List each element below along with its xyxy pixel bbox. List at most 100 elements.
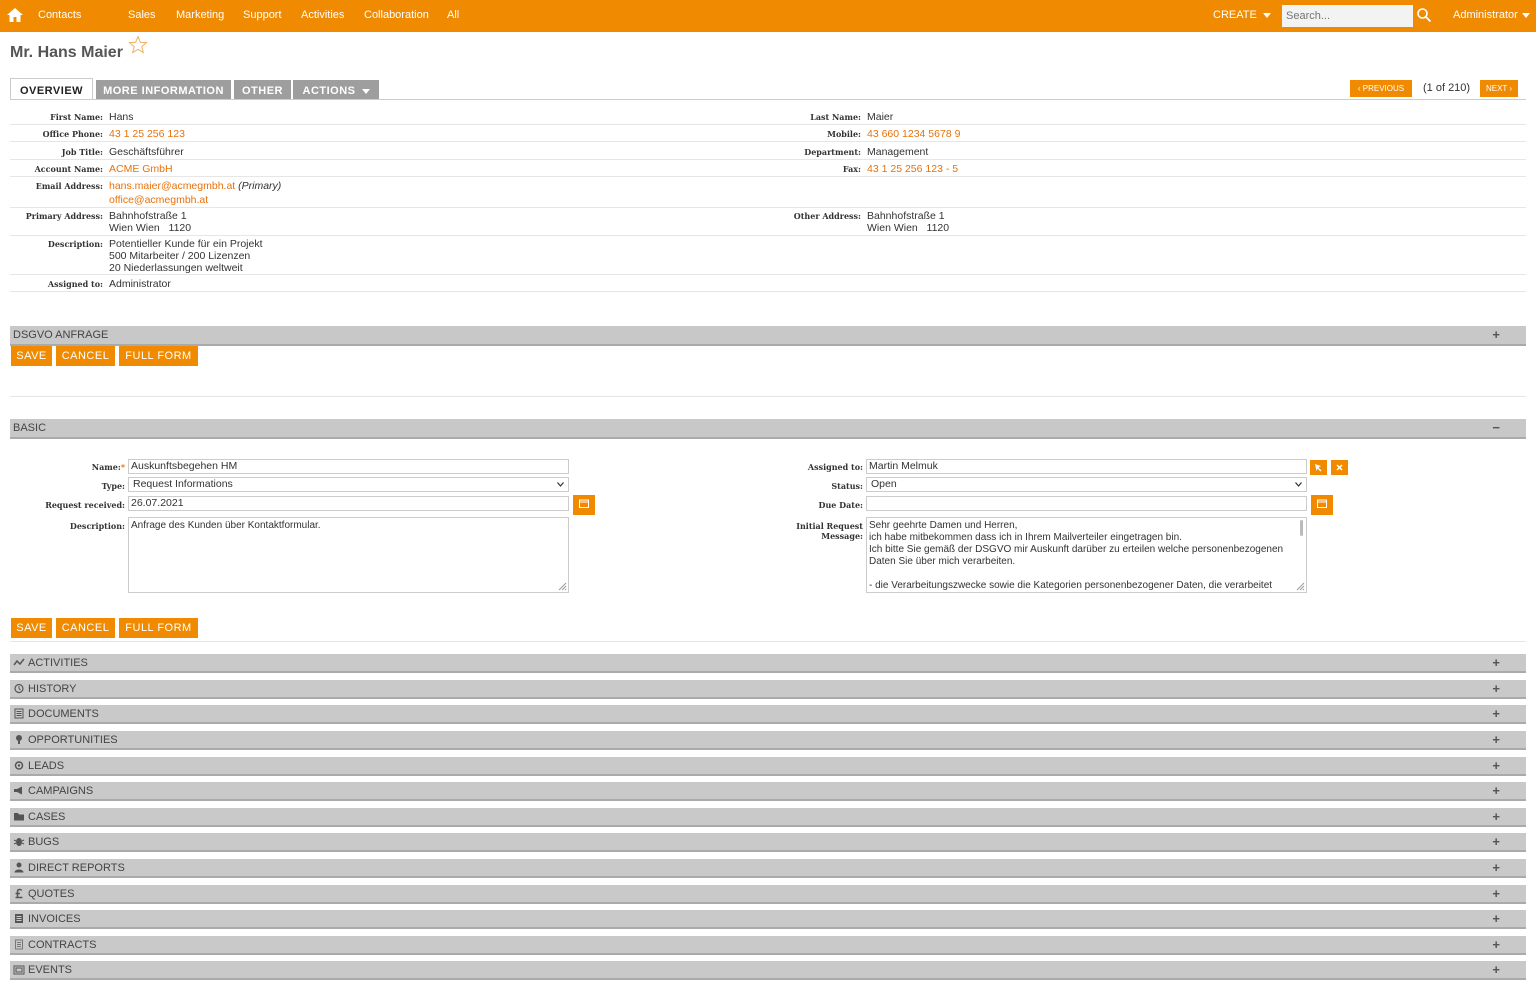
dsgvo-section-title: DSGVO ANFRAGE xyxy=(13,329,109,341)
email-secondary-link[interactable]: office@acmegmbh.at xyxy=(109,194,208,206)
home-icon[interactable] xyxy=(6,6,24,24)
nav-marketing[interactable]: Marketing xyxy=(176,9,224,21)
full-form-button[interactable]: FULL FORM xyxy=(119,346,198,366)
status-select[interactable]: Open xyxy=(866,477,1307,492)
status-selected-value: Open xyxy=(871,478,897,490)
expand-icon[interactable]: + xyxy=(1492,860,1500,875)
subpanel-events[interactable]: EVENTS + xyxy=(10,961,1526,980)
tab-other[interactable]: OTHER xyxy=(234,80,291,100)
calendar-icon xyxy=(579,499,589,508)
status-label: Status: xyxy=(831,481,863,491)
nav-activities[interactable]: Activities xyxy=(301,9,344,21)
events-icon xyxy=(13,965,25,975)
primary-address-line2: Wien Wien 1120 xyxy=(109,222,192,234)
next-record-button[interactable]: NEXT › xyxy=(1480,80,1518,97)
resize-grip-icon[interactable] xyxy=(558,582,567,591)
collapse-icon[interactable]: − xyxy=(1492,420,1500,435)
search-icon[interactable] xyxy=(1416,7,1432,23)
subpanel-opportunities[interactable]: OPPORTUNITIES + xyxy=(10,731,1526,750)
nav-sales[interactable]: Sales xyxy=(128,9,156,21)
expand-icon[interactable]: + xyxy=(1492,886,1500,901)
message-line: Daten Sie über mich verarbeiten. xyxy=(869,556,1016,567)
calendar-icon xyxy=(1317,499,1327,508)
name-label-text: Name: xyxy=(91,462,121,472)
nav-collaboration[interactable]: Collaboration xyxy=(364,9,429,21)
fax-label: Fax: xyxy=(842,164,861,174)
last-name-value: Maier xyxy=(867,111,894,123)
assigned-to-input[interactable]: Martin Melmuk xyxy=(866,459,1307,474)
user-menu-button[interactable]: Administrator xyxy=(1453,9,1530,21)
expand-icon[interactable]: + xyxy=(1492,937,1500,952)
due-date-input[interactable] xyxy=(866,496,1307,511)
subpanel-direct-reports[interactable]: DIRECT REPORTS + xyxy=(10,859,1526,878)
subpanel-cases[interactable]: CASES + xyxy=(10,808,1526,827)
basic-section-header[interactable]: BASIC − xyxy=(10,419,1526,439)
nav-all[interactable]: All xyxy=(447,9,459,21)
assigned-to-label: Assigned to: xyxy=(47,279,103,289)
row-divider xyxy=(10,274,1526,275)
select-user-button[interactable] xyxy=(1310,460,1327,475)
expand-icon[interactable]: + xyxy=(1492,732,1500,747)
email-primary-row: hans.maier@acmegmbh.at (Primary) xyxy=(109,180,281,192)
expand-icon[interactable]: + xyxy=(1492,327,1500,342)
subpanel-quotes[interactable]: QUOTES + xyxy=(10,885,1526,904)
caret-down-icon xyxy=(361,88,370,94)
previous-record-button[interactable]: ‹ PREVIOUS xyxy=(1350,80,1412,97)
cancel-button[interactable]: CANCEL xyxy=(56,346,115,366)
subpanel-activities[interactable]: ACTIVITIES + xyxy=(10,654,1526,673)
save-button[interactable]: SAVE xyxy=(11,618,52,638)
expand-icon[interactable]: + xyxy=(1492,706,1500,721)
nav-contacts[interactable]: Contacts xyxy=(38,9,81,21)
nav-support[interactable]: Support xyxy=(243,9,282,21)
tab-overview[interactable]: OVERVIEW xyxy=(10,78,93,100)
name-input[interactable]: Auskunftsbegehen HM xyxy=(128,459,569,474)
tab-actions[interactable]: ACTIONS xyxy=(293,80,379,100)
row-divider xyxy=(10,176,1526,177)
email-primary-link[interactable]: hans.maier@acmegmbh.at xyxy=(109,180,235,192)
office-phone-link[interactable]: 43 1 25 256 123 xyxy=(109,128,185,140)
expand-icon[interactable]: + xyxy=(1492,834,1500,849)
expand-icon[interactable]: + xyxy=(1492,783,1500,798)
favorite-star-icon[interactable] xyxy=(128,35,148,55)
initial-request-label: Initial Request Message: xyxy=(760,521,863,541)
mobile-link[interactable]: 43 660 1234 5678 9 xyxy=(867,128,960,140)
direct-reports-icon xyxy=(14,862,24,873)
subpanel-leads[interactable]: LEADS + xyxy=(10,757,1526,776)
subpanel-contracts[interactable]: CONTRACTS + xyxy=(10,936,1526,955)
subpanel-invoices[interactable]: INVOICES + xyxy=(10,910,1526,929)
expand-icon[interactable]: + xyxy=(1492,681,1500,696)
description-line: 500 Mitarbeiter / 200 Lizenzen xyxy=(109,250,251,262)
dsgvo-section-header[interactable]: DSGVO ANFRAGE + xyxy=(10,326,1526,346)
request-received-calendar-button[interactable] xyxy=(573,495,595,515)
cancel-button[interactable]: CANCEL xyxy=(56,618,115,638)
request-received-input[interactable]: 26.07.2021 xyxy=(128,496,569,511)
last-name-label: Last Name: xyxy=(810,112,861,122)
clear-user-button[interactable] xyxy=(1331,460,1348,475)
subpanel-title: DIRECT REPORTS xyxy=(28,862,125,874)
expand-icon[interactable]: + xyxy=(1492,962,1500,977)
create-menu-button[interactable]: CREATE xyxy=(1213,9,1271,21)
subpanel-history[interactable]: HISTORY + xyxy=(10,680,1526,699)
full-form-button[interactable]: FULL FORM xyxy=(119,618,198,638)
type-select[interactable]: Request Informations xyxy=(128,477,569,492)
initial-request-textarea[interactable]: Sehr geehrte Damen und Herren, ich habe … xyxy=(866,517,1307,593)
expand-icon[interactable]: + xyxy=(1492,655,1500,670)
due-date-calendar-button[interactable] xyxy=(1311,495,1333,515)
office-phone-label: Office Phone: xyxy=(42,129,103,139)
expand-icon[interactable]: + xyxy=(1492,809,1500,824)
fax-link[interactable]: 43 1 25 256 123 - 5 xyxy=(867,163,958,175)
description-textarea[interactable]: Anfrage des Kunden über Kontaktformular. xyxy=(128,517,569,593)
subpanel-documents[interactable]: DOCUMENTS + xyxy=(10,705,1526,724)
other-address-label: Other Address: xyxy=(793,211,861,221)
subpanel-campaigns[interactable]: CAMPAIGNS + xyxy=(10,782,1526,801)
subpanel-bugs[interactable]: BUGS + xyxy=(10,833,1526,852)
row-divider xyxy=(10,159,1526,160)
textarea-scrollbar[interactable] xyxy=(1300,520,1303,536)
account-name-link[interactable]: ACME GmbH xyxy=(109,163,173,175)
tab-more-information[interactable]: MORE INFORMATION xyxy=(96,80,231,100)
expand-icon[interactable]: + xyxy=(1492,911,1500,926)
global-search-input[interactable] xyxy=(1282,5,1413,27)
expand-icon[interactable]: + xyxy=(1492,758,1500,773)
resize-grip-icon[interactable] xyxy=(1296,582,1305,591)
save-button[interactable]: SAVE xyxy=(11,346,52,366)
